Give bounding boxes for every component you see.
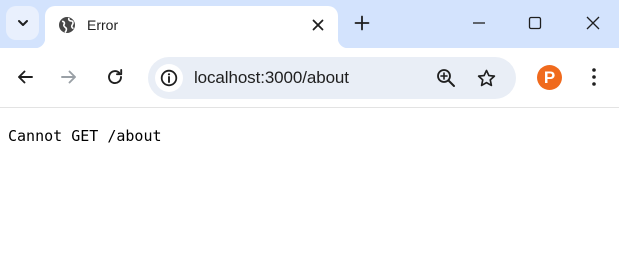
tab-strip: Error	[0, 0, 619, 48]
extension-icon[interactable]: P	[537, 65, 562, 90]
maximize-icon	[528, 16, 542, 30]
error-message: Cannot GET /about	[8, 127, 162, 145]
close-window-button[interactable]	[580, 10, 606, 36]
back-button[interactable]	[13, 65, 37, 89]
star-icon	[477, 69, 495, 86]
page-content: Cannot GET /about	[0, 108, 619, 275]
tab-title: Error	[87, 17, 119, 33]
maximize-button[interactable]	[522, 10, 548, 36]
info-icon	[160, 69, 178, 87]
close-icon	[312, 19, 324, 31]
tab-close-button[interactable]	[308, 15, 328, 35]
minimize-icon	[473, 22, 485, 24]
plus-icon	[354, 15, 370, 31]
tab-search-button[interactable]	[6, 6, 39, 40]
globe-icon	[59, 17, 75, 34]
browser-toolbar: localhost:3000/about P	[0, 48, 619, 108]
address-bar[interactable]: localhost:3000/about	[148, 57, 516, 99]
back-arrow-icon	[18, 70, 33, 84]
minimize-button[interactable]	[466, 10, 492, 36]
site-info-button[interactable]	[155, 64, 183, 92]
zoom-button[interactable]	[435, 67, 457, 89]
chevron-down-icon	[17, 20, 28, 26]
reload-icon	[108, 69, 123, 85]
bookmark-button[interactable]	[475, 67, 497, 89]
zoom-in-icon	[437, 69, 455, 87]
url-text[interactable]: localhost:3000/about	[194, 68, 349, 88]
extension-letter: P	[543, 68, 556, 87]
forward-button[interactable]	[57, 65, 81, 89]
more-vert-icon	[592, 68, 596, 86]
browser-menu-button[interactable]	[586, 65, 602, 89]
close-icon	[586, 16, 600, 30]
forward-arrow-icon	[61, 70, 76, 84]
reload-button[interactable]	[103, 65, 127, 89]
new-tab-button[interactable]	[351, 12, 373, 34]
active-tab[interactable]: Error	[35, 6, 348, 48]
